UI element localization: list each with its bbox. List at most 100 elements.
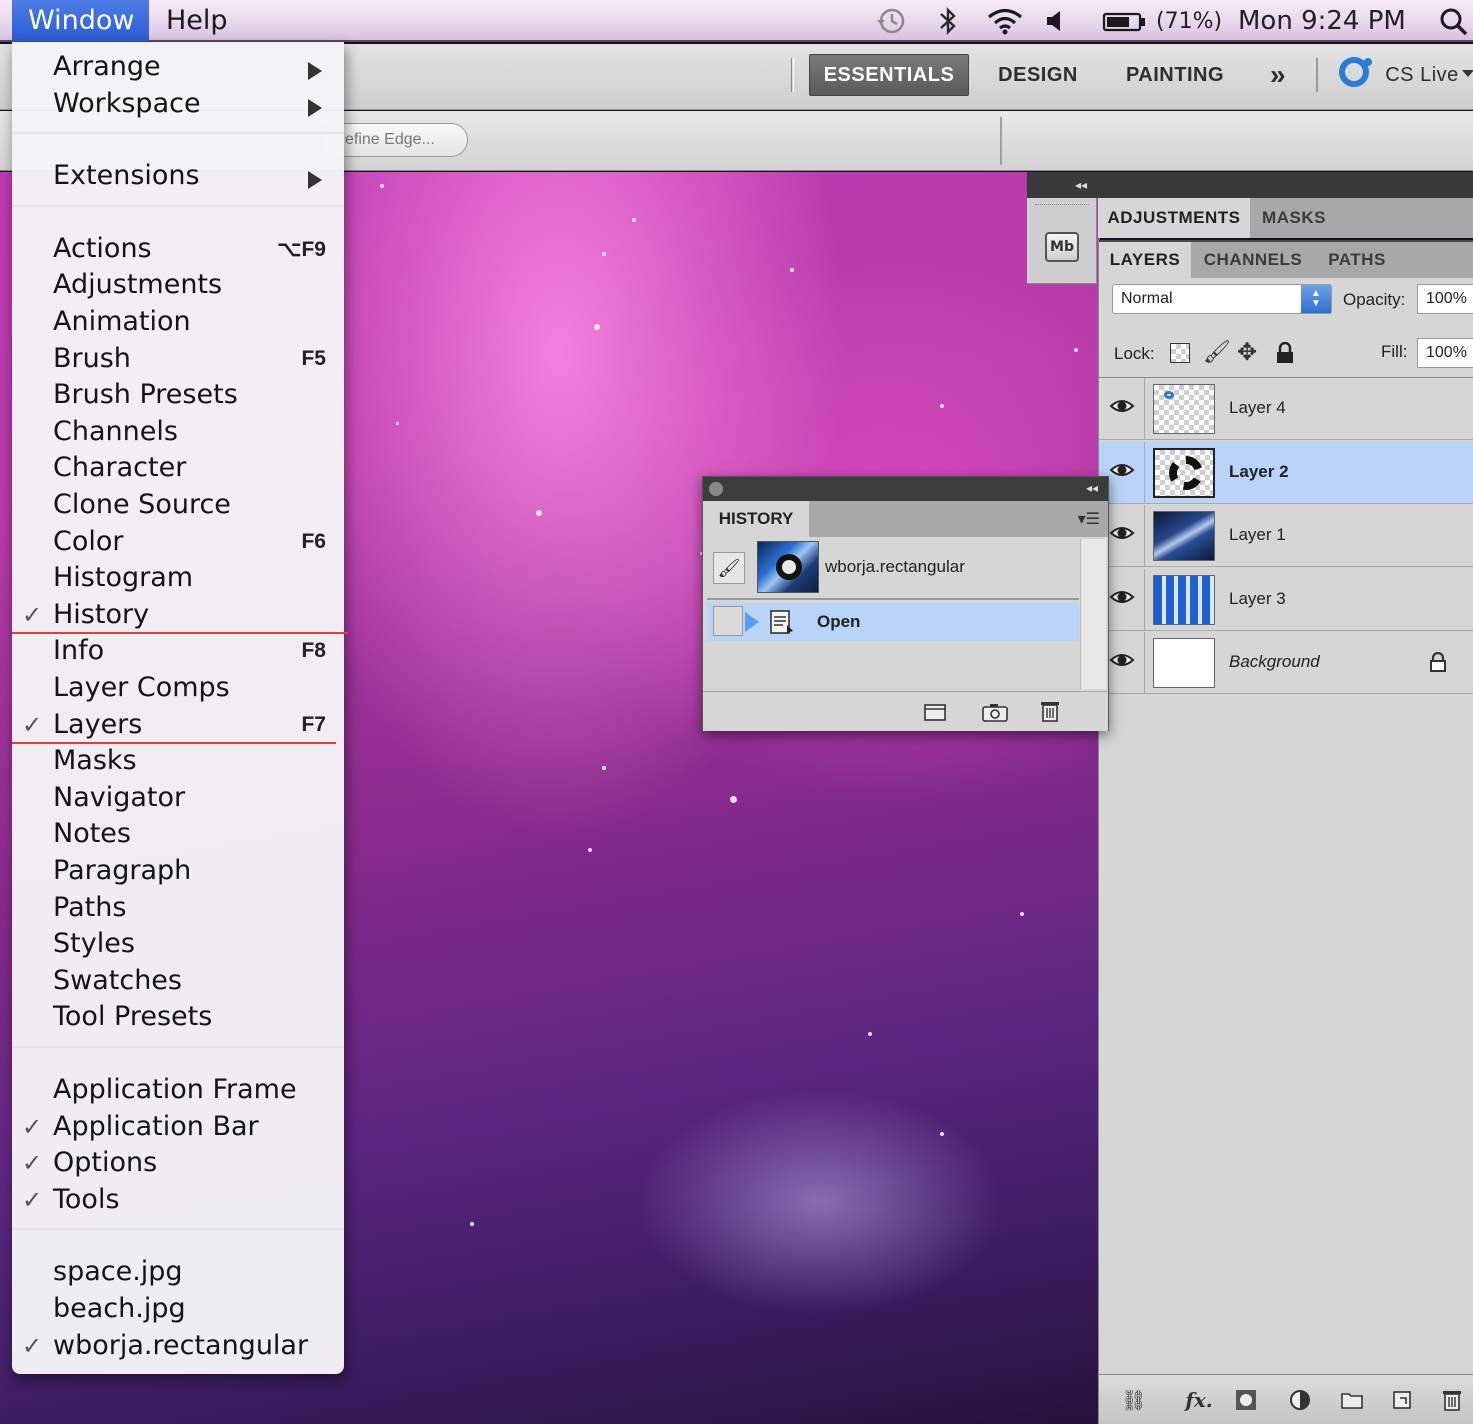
fx-icon[interactable]: fx. xyxy=(1179,1387,1219,1413)
menu-item-actions[interactable]: Actions ⌥F9 xyxy=(12,232,344,268)
volume-icon[interactable] xyxy=(1043,0,1067,42)
eye-icon xyxy=(1109,400,1135,412)
lock-move-icon[interactable]: ✥ xyxy=(1237,338,1257,366)
layer-row[interactable]: Background xyxy=(1099,632,1473,694)
collapse-panels-icon[interactable]: ◂◂ xyxy=(1075,178,1087,192)
time-machine-icon[interactable] xyxy=(874,0,908,42)
close-icon[interactable] xyxy=(709,482,723,496)
new-document-from-state-icon[interactable] xyxy=(923,702,947,726)
opacity-input[interactable]: 100% xyxy=(1417,284,1473,314)
menu-item-color[interactable]: Color F6 xyxy=(12,525,344,561)
blend-mode-select[interactable]: Normal ▲ ▼ xyxy=(1112,284,1332,314)
link-layers-icon[interactable]: ⛓ xyxy=(1121,1387,1147,1413)
lock-brush-icon[interactable]: 🖌 xyxy=(1203,340,1231,365)
more-workspaces-button[interactable]: » xyxy=(1258,54,1298,96)
menu-item-beach-jpg[interactable]: beach.jpg xyxy=(12,1292,344,1328)
menu-item-tools[interactable]: ✓ Tools xyxy=(12,1183,344,1219)
layer-row[interactable]: Layer 2 xyxy=(1099,442,1473,504)
grip[interactable] xyxy=(1035,204,1089,208)
panel-menu-icon[interactable]: ▾☰ xyxy=(1078,509,1100,528)
workspace-painting-button[interactable]: PAINTING xyxy=(1112,54,1238,96)
menu-item-styles[interactable]: Styles xyxy=(12,927,344,963)
history-state-row[interactable]: Open xyxy=(707,603,1079,641)
chevron-updown-icon[interactable]: ▲ ▼ xyxy=(1301,285,1331,313)
spotlight-search-icon[interactable] xyxy=(1438,0,1470,42)
history-panel-titlebar[interactable]: ◂◂ xyxy=(703,477,1108,501)
menu-item-masks[interactable]: Masks xyxy=(12,744,344,780)
lock-transparent-icon[interactable] xyxy=(1170,343,1190,363)
submenu-arrow-icon xyxy=(308,62,322,80)
menu-item-histogram[interactable]: Histogram xyxy=(12,561,344,597)
cs-live-icon[interactable] xyxy=(1336,54,1376,94)
menu-separator xyxy=(12,1046,344,1048)
tab-layers[interactable]: LAYERS xyxy=(1099,242,1191,278)
layer-row[interactable]: Layer 4 xyxy=(1099,378,1473,440)
tab-history[interactable]: HISTORY xyxy=(703,501,809,537)
menu-help[interactable]: Help xyxy=(149,0,245,41)
workspace-design-button[interactable]: DESIGN xyxy=(986,54,1090,96)
history-panel[interactable]: ◂◂ HISTORY ▾☰ 🖌 wborja.rectangular Open xyxy=(702,476,1109,731)
menu-item-layers[interactable]: ✓ Layers F7 xyxy=(12,708,344,744)
submenu-arrow-icon xyxy=(308,171,322,189)
layer-row[interactable]: Layer 1 xyxy=(1099,505,1473,567)
menu-item-label: Layer Comps xyxy=(53,672,230,703)
visibility-toggle[interactable] xyxy=(1099,378,1145,440)
bluetooth-icon[interactable] xyxy=(936,0,960,42)
menu-item-brush[interactable]: Brush F5 xyxy=(12,342,344,378)
menu-item-animation[interactable]: Animation xyxy=(12,305,344,341)
menu-item-application-frame[interactable]: Application Frame xyxy=(12,1073,344,1109)
menu-item-notes[interactable]: Notes xyxy=(12,817,344,853)
history-scrollbar[interactable] xyxy=(1080,539,1106,689)
menu-item-paragraph[interactable]: Paragraph xyxy=(12,854,344,890)
menu-item-tool-presets[interactable]: Tool Presets xyxy=(12,1000,344,1036)
history-brush-icon[interactable]: 🖌 xyxy=(713,552,745,584)
lock-all-icon[interactable] xyxy=(1275,341,1295,368)
mini-bridge-icon[interactable]: Mb xyxy=(1045,232,1079,262)
menu-item-navigator[interactable]: Navigator xyxy=(12,781,344,817)
tab-adjustments[interactable]: ADJUSTMENTS xyxy=(1098,198,1250,238)
cs-live-button[interactable]: CS Live xyxy=(1382,54,1462,96)
tab-masks[interactable]: MASKS xyxy=(1250,198,1338,238)
tab-channels[interactable]: CHANNELS xyxy=(1193,242,1313,278)
battery-icon[interactable] xyxy=(1102,0,1148,42)
menu-item-layer-comps[interactable]: Layer Comps xyxy=(12,671,344,707)
new-layer-icon[interactable] xyxy=(1389,1387,1415,1413)
camera-snapshot-icon[interactable] xyxy=(981,702,1009,726)
eye-icon xyxy=(1109,591,1135,603)
menu-item-brush-presets[interactable]: Brush Presets xyxy=(12,378,344,414)
layer-thumbnail xyxy=(1153,448,1215,498)
fill-input[interactable]: 100% xyxy=(1417,338,1473,368)
workspace-essentials-button[interactable]: ESSENTIALS xyxy=(809,54,969,96)
menu-item-channels[interactable]: Channels xyxy=(12,415,344,451)
tab-paths[interactable]: PATHS xyxy=(1313,242,1401,278)
menu-item-options[interactable]: ✓ Options xyxy=(12,1146,344,1182)
menu-item-adjustments[interactable]: Adjustments xyxy=(12,268,344,304)
menu-item-arrange[interactable]: Arrange xyxy=(12,50,344,86)
checkmark-icon: ✓ xyxy=(22,601,43,629)
history-source-box[interactable] xyxy=(713,606,743,636)
menu-item-label: Options xyxy=(53,1147,158,1178)
menu-item-character[interactable]: Character xyxy=(12,451,344,487)
chevron-down-icon[interactable] xyxy=(1462,70,1473,77)
menu-item-wborja-rectangular[interactable]: ✓ wborja.rectangular xyxy=(12,1329,344,1365)
wifi-icon[interactable] xyxy=(985,0,1025,42)
menu-item-history[interactable]: ✓ History xyxy=(12,598,344,634)
add-mask-icon[interactable] xyxy=(1233,1387,1259,1413)
collapse-icon[interactable]: ◂◂ xyxy=(1086,481,1098,495)
menu-window[interactable]: Window xyxy=(12,0,149,41)
menubar-clock[interactable]: Mon 9:24 PM xyxy=(1238,0,1406,42)
menu-item-space-jpg[interactable]: space.jpg xyxy=(12,1255,344,1291)
layer-row[interactable]: Layer 3 xyxy=(1099,569,1473,631)
trash-icon[interactable] xyxy=(1439,1387,1465,1413)
new-group-icon[interactable] xyxy=(1339,1387,1365,1413)
trash-icon[interactable] xyxy=(1041,700,1059,726)
menu-item-clone-source[interactable]: Clone Source xyxy=(12,488,344,524)
history-snapshot[interactable]: 🖌 wborja.rectangular xyxy=(707,539,1079,597)
menu-item-paths[interactable]: Paths xyxy=(12,891,344,927)
menu-item-workspace[interactable]: Workspace xyxy=(12,87,344,123)
menu-item-application-bar[interactable]: ✓ Application Bar xyxy=(12,1110,344,1146)
menu-item-info[interactable]: Info F8 xyxy=(12,634,344,670)
adjustment-layer-icon[interactable] xyxy=(1287,1387,1313,1413)
menu-item-extensions[interactable]: Extensions xyxy=(12,159,344,195)
menu-item-swatches[interactable]: Swatches xyxy=(12,964,344,1000)
